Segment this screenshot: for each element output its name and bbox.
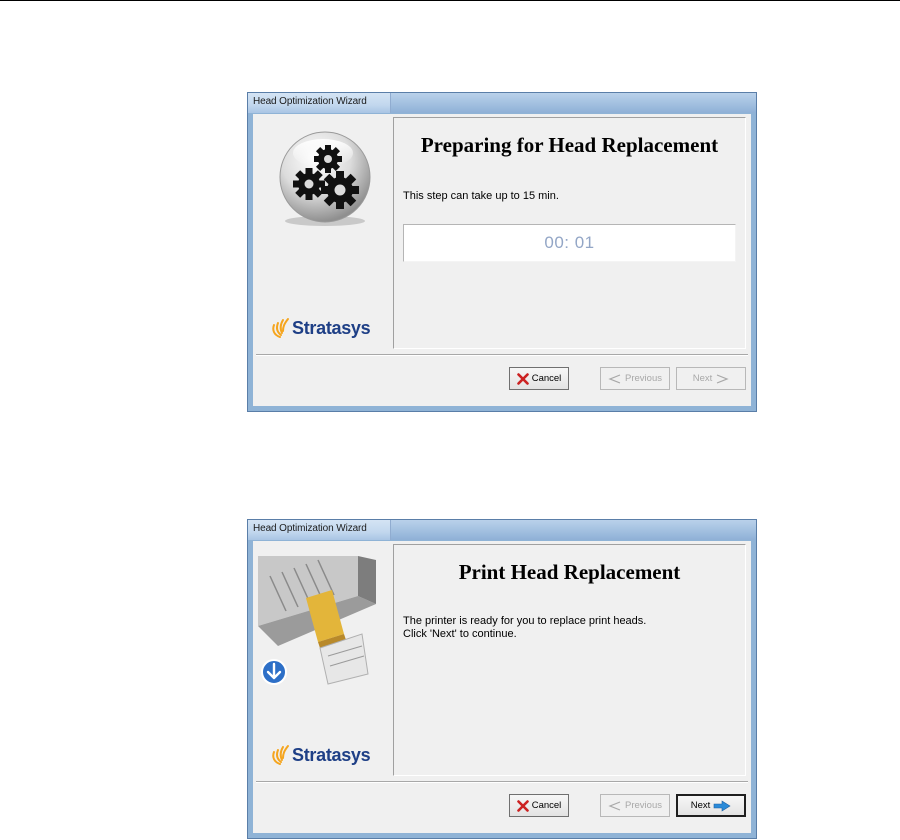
print-head-image [258,556,376,688]
wizard-window-preparing: Head Optimization Wizard Stratasys Prepa… [247,92,757,412]
dialog-client-area: Stratasys Print Head Replacement The pri… [253,541,751,833]
step-message: The printer is ready for you to replace … [403,615,646,641]
next-arrow-icon [713,799,731,812]
message-line: Click 'Next' to continue. [403,628,517,640]
content-panel: Print Head Replacement The printer is re… [393,544,746,776]
cancel-x-icon [516,799,529,812]
next-label: Next [690,800,711,811]
gears-icon [273,129,377,232]
logo-text: Stratasys [292,317,371,338]
button-separator [256,781,748,783]
next-arrow-icon [717,373,729,384]
title-bar[interactable]: Head Optimization Wizard [248,93,756,113]
step-heading: Preparing for Head Replacement [420,133,719,157]
stratasys-swirl-icon [272,318,289,338]
previous-button[interactable]: Previous [600,794,670,817]
button-separator [256,354,748,356]
step-message: This step can take up to 15 min. [403,190,559,203]
previous-arrow-icon [608,800,621,811]
title-bar[interactable]: Head Optimization Wizard [248,520,756,540]
left-panel: Stratasys [256,117,391,349]
previous-button[interactable]: Previous [600,367,670,390]
elapsed-timer-box: 00: 01 [403,224,736,262]
previous-label: Previous [625,373,662,384]
step-heading: Print Head Replacement [458,560,681,584]
next-button[interactable]: Next [676,367,746,390]
previous-label: Previous [625,800,662,811]
logo-text: Stratasys [292,744,371,765]
next-label: Next [692,373,713,384]
content-panel: Preparing for Head Replacement This step… [393,117,746,349]
window-title: Head Optimization Wizard [253,96,367,107]
stratasys-logo: Stratasys [270,315,371,341]
next-button[interactable]: Next [676,794,746,817]
stratasys-swirl-icon [272,745,289,765]
stratasys-logo: Stratasys [270,742,371,768]
message-line: The printer is ready for you to replace … [403,615,647,627]
cancel-button[interactable]: Cancel [509,794,569,817]
elapsed-timer: 00: 01 [544,233,595,252]
cancel-button[interactable]: Cancel [509,367,569,390]
message-line: This step can take up to 15 min. [403,190,559,202]
left-panel: Stratasys [256,544,391,776]
page-top-rule [0,0,900,1]
previous-arrow-icon [608,373,621,384]
dialog-client-area: Stratasys Preparing for Head Replacement… [253,114,751,406]
cancel-label: Cancel [531,373,562,384]
window-title: Head Optimization Wizard [253,523,367,534]
cancel-x-icon [516,372,529,385]
wizard-window-replacement: Head Optimization Wizard Stratasys Print… [247,519,757,839]
cancel-label: Cancel [531,800,562,811]
